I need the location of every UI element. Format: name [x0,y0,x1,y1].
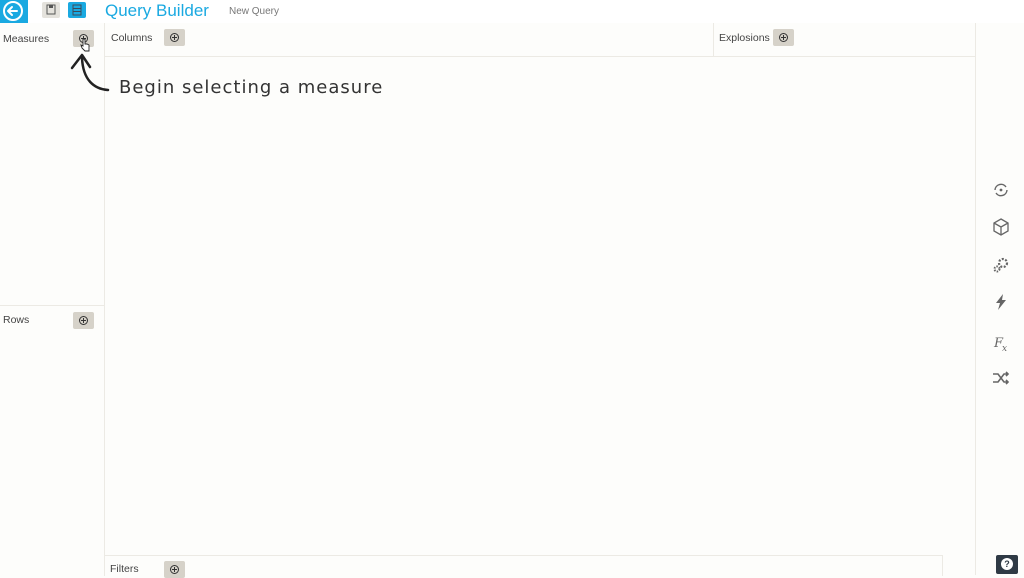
add-column-button[interactable] [164,29,185,46]
curved-arrow-icon [70,53,110,92]
run-button[interactable] [68,2,86,18]
help-icon: ? [1001,558,1013,570]
page-title: Query Builder [105,1,209,20]
shuffle-icon[interactable] [990,367,1012,389]
add-explosion-button[interactable] [773,29,794,46]
back-arrow-icon [3,1,23,21]
add-filter-button[interactable] [164,561,185,578]
svg-text:x: x [1002,344,1007,354]
rows-label: Rows [3,314,30,326]
plus-circle-icon [170,565,179,574]
onboarding-hint: Begin selecting a measure [119,77,384,98]
cube-icon[interactable] [990,216,1012,238]
hand-cursor-icon [80,38,90,52]
right-toolbar: Fx [975,23,1024,575]
top-bar: Query Builder New Query [0,0,1024,23]
grid-icon [72,4,82,16]
explosions-label: Explosions [719,32,770,44]
query-name[interactable]: New Query [229,6,279,17]
refresh-icon[interactable] [990,179,1012,201]
explosions-panel: Explosions [714,23,975,57]
measures-label: Measures [3,33,50,45]
filters-label: Filters [110,563,139,575]
rows-panel: Rows [0,305,105,576]
function-icon[interactable]: Fx [990,332,1012,354]
columns-panel: Columns [105,23,714,57]
filters-panel: Filters [105,555,943,578]
back-button[interactable] [0,0,28,23]
lightning-icon[interactable] [990,291,1012,313]
plus-circle-icon [779,33,788,42]
plus-circle-icon [170,33,179,42]
columns-label: Columns [111,32,153,44]
plus-circle-icon [79,316,88,325]
add-row-button[interactable] [73,312,94,329]
help-button[interactable]: ? [996,555,1018,574]
save-icon [46,4,56,15]
save-button[interactable] [42,2,60,18]
gears-icon[interactable] [990,254,1012,276]
